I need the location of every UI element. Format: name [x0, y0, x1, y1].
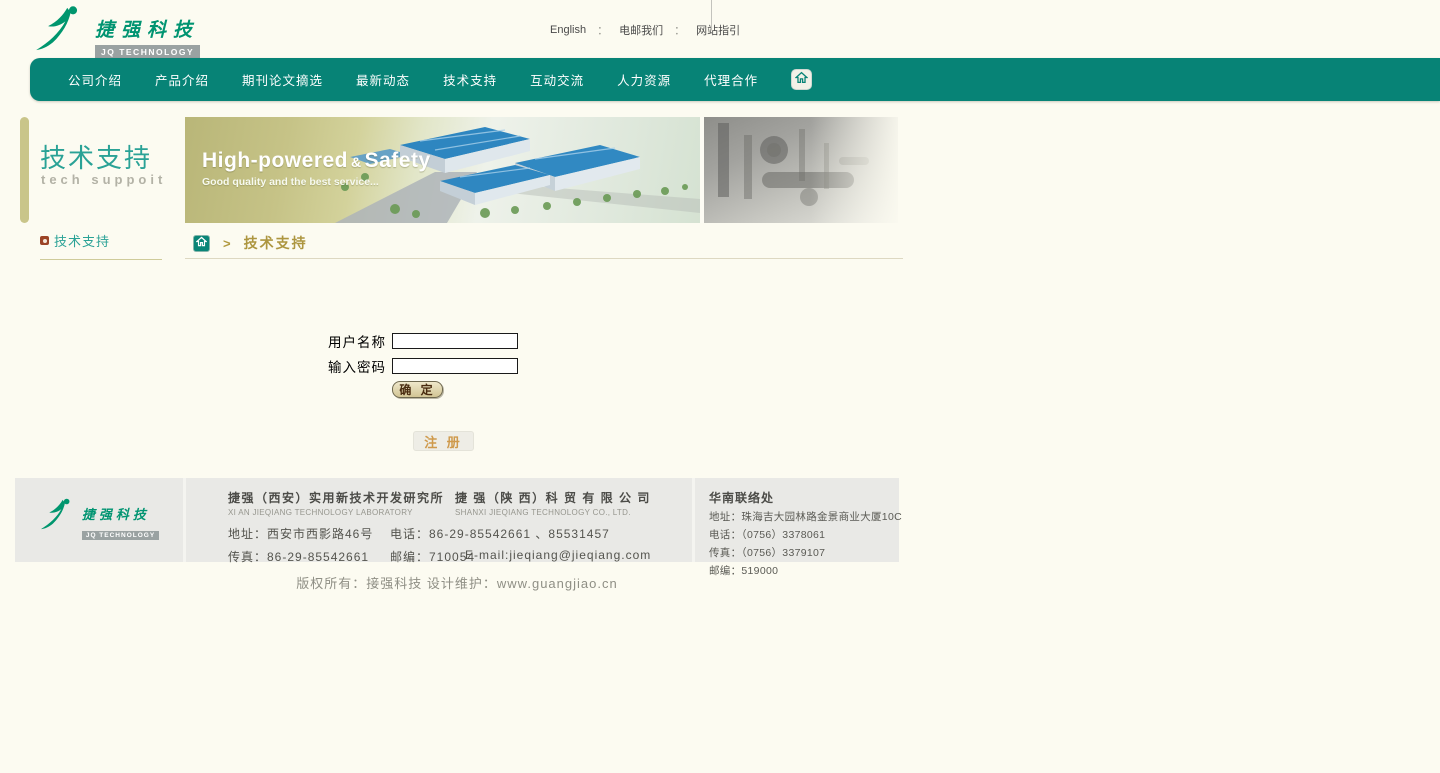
topbar-link-email[interactable]: 电邮我们 — [619, 22, 663, 38]
footer: 捷强科技 JQ TECHNOLOGY 捷强（西安）实用新技术开发研究所 捷 强（… — [15, 478, 899, 562]
section-subtitle: tech suppoit — [41, 172, 166, 187]
username-label: 用户名称 — [328, 331, 392, 351]
footer-zip: 邮编：710054 — [390, 548, 465, 565]
footer-logo-name-en: JQ TECHNOLOGY — [82, 531, 159, 540]
company-logo[interactable]: 捷强科技 JQ TECHNOLOGY — [33, 6, 200, 60]
home-icon — [196, 234, 207, 252]
sidebar-item-tech-support[interactable]: 技术支持 — [40, 231, 162, 260]
banner-industrial-image — [704, 117, 898, 223]
company-name-shanxi: 捷 强（陕 西）科 贸 有 限 公 司 — [455, 489, 651, 506]
footer-email: E-mail:jieqiang@jieqiang.com — [465, 548, 651, 565]
topbar-link-sitemap[interactable]: 网站指引 — [696, 22, 740, 38]
nav-home-button[interactable] — [791, 69, 812, 90]
nav-item-support[interactable]: 技术支持 — [443, 70, 497, 89]
login-form: 用户名称 输入密码 确 定 — [328, 331, 518, 398]
breadcrumb-home-button[interactable] — [193, 235, 210, 252]
nav-item-agency[interactable]: 代理合作 — [704, 70, 758, 89]
bullet-icon — [40, 236, 49, 245]
topbar-separator: ： — [674, 22, 685, 38]
nav-item-products[interactable]: 产品介绍 — [155, 70, 209, 89]
south-office-title: 华南联络处 — [709, 489, 893, 506]
sidebar-accent-bar — [20, 117, 29, 223]
submit-button[interactable]: 确 定 — [392, 381, 443, 398]
copyright-line: 版权所有：接强科技 设计维护：www.guangjiao.cn — [15, 573, 899, 592]
footer-company-info: 捷强（西安）实用新技术开发研究所 捷 强（陕 西）科 贸 有 限 公 司 XI … — [183, 478, 692, 562]
south-office-phone: 电话：（0756）3378061 — [709, 527, 893, 542]
topbar-link-english[interactable]: English — [550, 24, 586, 36]
footer-phone: 电话：86-29-85542661 、85531457 — [390, 525, 610, 542]
nav-item-company[interactable]: 公司介绍 — [68, 70, 122, 89]
topbar-separator: ： — [597, 22, 608, 38]
register-button[interactable]: 注 册 — [413, 431, 474, 451]
home-icon — [795, 71, 808, 89]
logo-swoosh-icon — [33, 6, 91, 52]
footer-fax: 传真：86-29-85542661 — [228, 548, 390, 565]
password-label: 输入密码 — [328, 356, 392, 376]
banner-headline: High-powered&Safety — [202, 149, 431, 173]
section-title: 技术支持 — [40, 138, 152, 175]
main-nav: 公司介绍 产品介绍 期刊论文摘选 最新动态 技术支持 互动交流 人力资源 代理合… — [30, 58, 1440, 101]
company-name-xian-en: XI AN JIEQIANG TECHNOLOGY LABORATORY — [228, 508, 455, 517]
south-office-address: 地址：珠海吉大园林路金景商业大厦10C — [709, 509, 893, 524]
sidebar-item-label: 技术支持 — [54, 231, 110, 250]
company-name-shanxi-en: SHANXI JIEQIANG TECHNOLOGY CO., LTD. — [455, 508, 631, 517]
banner-tagline: Good quality and the best service... — [202, 176, 431, 188]
footer-logo: 捷强科技 JQ TECHNOLOGY — [39, 498, 159, 542]
footer-logo-column: 捷强科技 JQ TECHNOLOGY — [15, 478, 183, 562]
password-input[interactable] — [392, 358, 518, 374]
nav-item-hr[interactable]: 人力资源 — [617, 70, 671, 89]
logo-swoosh-icon — [39, 498, 79, 536]
footer-logo-name-zh: 捷强科技 — [82, 508, 150, 523]
breadcrumb: > 技术支持 — [193, 233, 308, 253]
header-divider — [711, 0, 712, 28]
username-input[interactable] — [392, 333, 518, 349]
hero-banner: High-powered&Safety Good quality and the… — [185, 117, 898, 223]
logo-name-zh: 捷强科技 — [95, 19, 199, 41]
breadcrumb-rule — [185, 258, 903, 259]
banner-factory-image: High-powered&Safety Good quality and the… — [185, 117, 700, 223]
nav-item-interaction[interactable]: 互动交流 — [530, 70, 584, 89]
logo-name-en: JQ TECHNOLOGY — [95, 45, 200, 59]
nav-item-news[interactable]: 最新动态 — [356, 70, 410, 89]
footer-address: 地址：西安市西影路46号 — [228, 525, 390, 542]
breadcrumb-current: 技术支持 — [244, 233, 308, 253]
nav-item-journal[interactable]: 期刊论文摘选 — [242, 70, 323, 89]
footer-south-office: 华南联络处 地址：珠海吉大园林路金景商业大厦10C 电话：（0756）33780… — [692, 478, 893, 562]
company-name-xian: 捷强（西安）实用新技术开发研究所 — [228, 489, 455, 506]
breadcrumb-separator: > — [223, 236, 231, 251]
south-office-fax: 传真：（0756）3379107 — [709, 545, 893, 560]
